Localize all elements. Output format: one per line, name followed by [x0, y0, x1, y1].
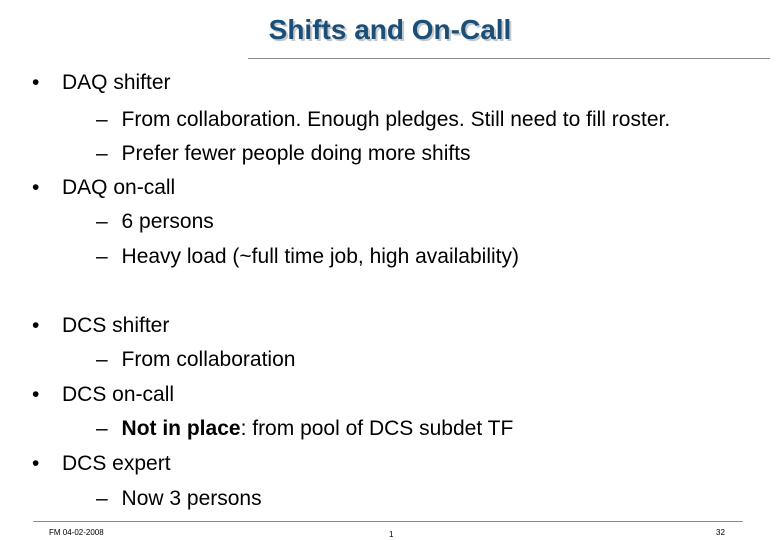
bullet-icon: • [32, 71, 40, 94]
slide-body: • DAQ shifter – From collaboration. Enou… [0, 0, 780, 540]
sub-item: – Heavy load (~full time job, high avail… [96, 244, 519, 270]
bullet-text: DCS on-call [62, 383, 175, 406]
dash-icon: – [96, 487, 108, 510]
sub-item-text: Heavy load (~full time job, high availab… [121, 245, 519, 268]
sub-item: – From collaboration. Enough pledges. St… [96, 107, 670, 133]
bullet-icon: • [32, 452, 40, 475]
sub-item-text: Now 3 persons [121, 487, 262, 510]
footer-center-number: 1 [389, 530, 394, 539]
bullet-text: DCS shifter [62, 314, 170, 337]
footer-author-date: FM 04-02-2008 [49, 528, 104, 537]
sub-item-text: : from pool of DCS subdet TF [240, 417, 514, 440]
bullet-icon: • [32, 176, 40, 199]
bullet-text: DAQ shifter [62, 71, 171, 94]
dash-icon: – [96, 142, 108, 165]
dash-icon: – [96, 417, 108, 440]
sub-item: – 6 persons [96, 209, 214, 235]
sub-item-text: Prefer fewer people doing more shifts [121, 142, 471, 165]
bullet-icon: • [32, 314, 40, 337]
sub-item-text: From collaboration. Enough pledges. Stil… [121, 108, 671, 131]
sub-item: – Prefer fewer people doing more shifts [96, 141, 471, 167]
bullet-icon: • [32, 383, 40, 406]
bullet-text: DAQ on-call [62, 176, 176, 199]
dash-icon: – [96, 108, 108, 131]
sub-item-bold-text: Not in place [121, 417, 241, 440]
sub-item: – From collaboration [96, 347, 295, 373]
dash-icon: – [96, 348, 108, 371]
dash-icon: – [96, 210, 108, 233]
sub-item-text: 6 persons [121, 210, 214, 233]
footer-divider [33, 521, 743, 522]
slide-number: 32 [716, 528, 725, 537]
sub-item: – Not in place: from pool of DCS subdet … [96, 416, 513, 442]
dash-icon: – [96, 245, 108, 268]
bullet-text: DCS expert [62, 452, 171, 475]
sub-item-text: From collaboration [121, 348, 296, 371]
sub-item: – Now 3 persons [96, 486, 262, 512]
